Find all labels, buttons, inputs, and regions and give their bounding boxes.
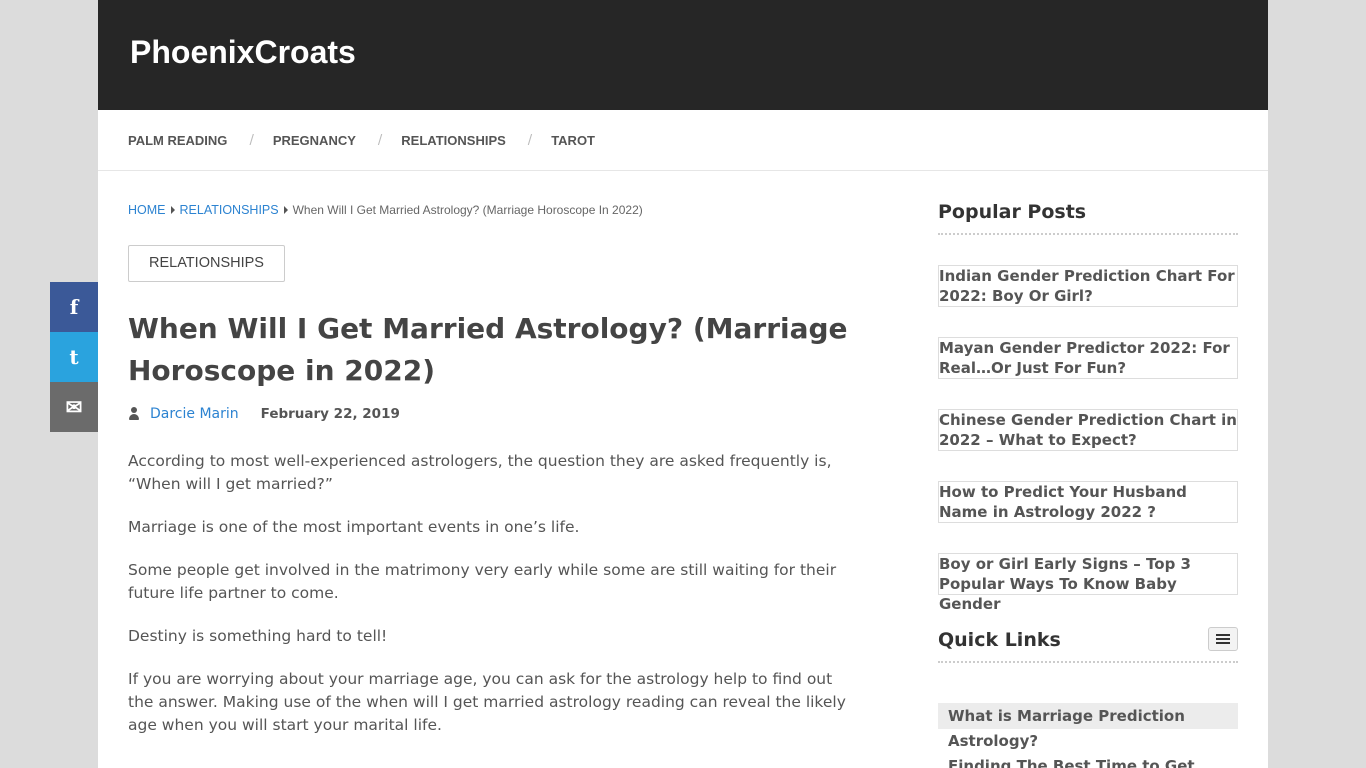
nav-separator: /: [377, 132, 383, 148]
popular-post-link[interactable]: Chinese Gender Prediction Chart in 2022 …: [938, 409, 1238, 451]
nav-separator: /: [527, 132, 533, 148]
article-meta: Darcie Marin February 22, 2019: [128, 406, 848, 422]
article-title: When Will I Get Married Astrology? (Marr…: [128, 312, 848, 387]
nav-separator: /: [249, 132, 254, 148]
sidebar: Popular Posts Indian Gender Prediction C…: [938, 171, 1238, 768]
nav-item-tarot[interactable]: TAROT: [551, 133, 595, 148]
twitter-icon[interactable]: t: [50, 332, 98, 382]
popular-post-link[interactable]: How to Predict Your Husband Name in Astr…: [938, 481, 1238, 523]
article-paragraph: If you are worrying about your marriage …: [128, 670, 846, 734]
caret-right-icon: [283, 206, 288, 214]
popular-post-link[interactable]: Boy or Girl Early Signs – Top 3 Popular …: [938, 553, 1238, 613]
category-button[interactable]: RELATIONSHIPS: [128, 245, 285, 282]
publish-date: February 22, 2019: [260, 406, 400, 422]
breadcrumb-category-link[interactable]: RELATIONSHIPS: [180, 203, 279, 217]
article-paragraph: Marriage is one of the most important ev…: [128, 518, 580, 536]
page-wrapper: PhoenixCroats PALM READING / PREGNANCY /…: [98, 0, 1268, 768]
quick-links-widget: Quick Links What is Marriage Prediction …: [938, 627, 1238, 768]
quick-link-item[interactable]: Finding The Best Time to Get: [938, 753, 1238, 768]
quick-links-header: Quick Links: [938, 627, 1238, 663]
author-link[interactable]: Darcie Marin: [150, 406, 239, 422]
share-bar: f t ✉: [50, 282, 98, 432]
article-body: According to most well-experienced astro…: [128, 450, 848, 737]
email-icon[interactable]: ✉: [50, 382, 98, 432]
article-paragraph: Destiny is something hard to tell!: [128, 627, 388, 645]
nav-item-relationships[interactable]: RELATIONSHIPS: [401, 133, 506, 148]
main-content: HOME RELATIONSHIPS When Will I Get Marri…: [128, 171, 848, 757]
breadcrumb-current: When Will I Get Married Astrology? (Marr…: [292, 203, 643, 217]
popular-post-link[interactable]: Mayan Gender Predictor 2022: For Real…Or…: [938, 337, 1238, 379]
user-icon: [128, 407, 140, 421]
quick-links-list: What is Marriage Prediction Astrology? F…: [938, 703, 1238, 768]
popular-posts-widget: Popular Posts Indian Gender Prediction C…: [938, 201, 1238, 613]
quick-links-title: Quick Links: [938, 629, 1061, 651]
site-header: PhoenixCroats: [98, 0, 1268, 110]
main-nav: PALM READING / PREGNANCY / RELATIONSHIPS…: [98, 110, 1268, 171]
caret-right-icon: [170, 206, 175, 214]
breadcrumb-home-link[interactable]: HOME: [128, 203, 166, 217]
article-paragraph: Some people get involved in the matrimon…: [128, 561, 837, 602]
facebook-icon[interactable]: f: [50, 282, 98, 332]
toc-toggle-icon[interactable]: [1208, 627, 1238, 651]
nav-item-palm-reading[interactable]: PALM READING: [128, 133, 227, 148]
nav-item-pregnancy[interactable]: PREGNANCY: [273, 133, 356, 148]
quick-link-item-continued[interactable]: Astrology?: [938, 729, 1238, 753]
site-logo[interactable]: PhoenixCroats: [130, 34, 356, 71]
article-paragraph: According to most well-experienced astro…: [128, 452, 832, 493]
breadcrumb: HOME RELATIONSHIPS When Will I Get Marri…: [128, 203, 848, 217]
popular-posts-title: Popular Posts: [938, 201, 1238, 235]
quick-link-item[interactable]: What is Marriage Prediction: [938, 703, 1238, 729]
popular-post-link[interactable]: Indian Gender Prediction Chart For 2022:…: [938, 265, 1238, 307]
